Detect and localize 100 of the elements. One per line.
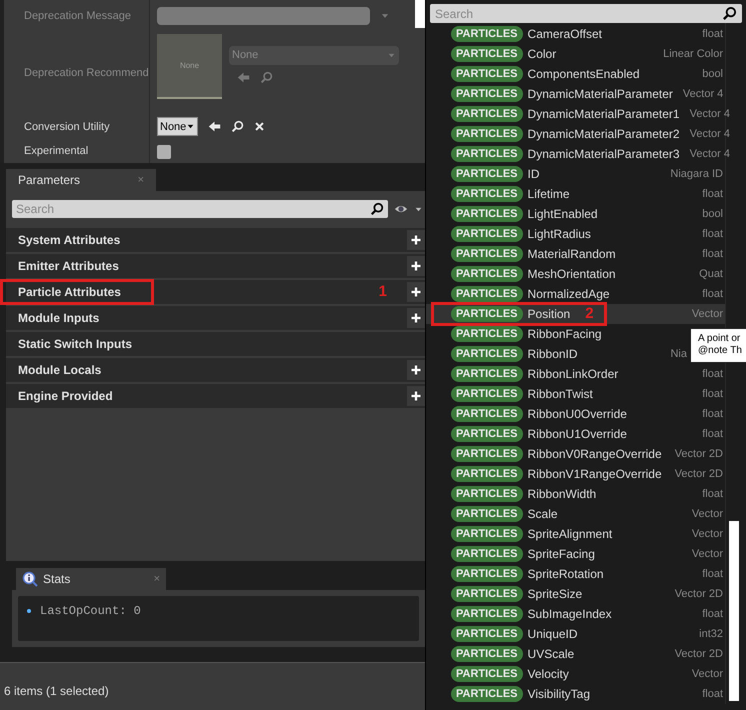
variable-name: RibbonU1Override: [528, 426, 627, 443]
variable-name: RibbonU0Override: [528, 406, 627, 423]
variable-name: RibbonV1RangeOverride: [528, 466, 662, 483]
namespace-tag: PARTICLES: [451, 106, 523, 122]
variable-type: Vector: [692, 666, 723, 682]
variable-type: float: [702, 186, 723, 202]
variable-name: MeshOrientation: [528, 266, 616, 283]
variable-type: float: [702, 26, 723, 42]
variable-type: Nia: [670, 346, 687, 362]
variable-name: RibbonV0RangeOverride: [528, 446, 662, 463]
variable-type: float: [702, 686, 723, 702]
namespace-tag: PARTICLES: [451, 506, 523, 522]
variable-type: float: [702, 566, 723, 582]
namespace-tag: PARTICLES: [451, 186, 523, 202]
variable-name: CameraOffset: [528, 26, 602, 43]
namespace-tag: PARTICLES: [451, 466, 523, 482]
namespace-tag: PARTICLES: [451, 546, 523, 562]
field-label: Conversion Utility: [24, 120, 110, 135]
variable-name: DynamicMaterialParameter2: [528, 126, 680, 143]
namespace-tag: PARTICLES: [451, 406, 523, 422]
variable-type: float: [702, 486, 723, 502]
variable-type: Vector 2D: [674, 466, 723, 482]
namespace-tag: PARTICLES: [451, 46, 523, 62]
variable-name: Scale: [528, 506, 558, 523]
variable-type: Vector: [692, 506, 723, 522]
variable-type: float: [702, 606, 723, 622]
namespace-tag: PARTICLES: [451, 206, 523, 222]
namespace-tag: PARTICLES: [451, 646, 523, 662]
variable-type: Vector 4: [690, 126, 730, 142]
variable-type: bool: [702, 206, 723, 222]
variable-name: SubImageIndex: [528, 606, 612, 623]
variable-name: DynamicMaterialParameter3: [528, 146, 680, 163]
variable-name: RibbonTwist: [528, 386, 593, 403]
variable-type: float: [702, 366, 723, 382]
variable-name: SpriteSize: [528, 586, 582, 603]
namespace-tag: PARTICLES: [451, 686, 523, 702]
variable-type: Vector 4: [682, 86, 724, 102]
namespace-tag: PARTICLES: [451, 166, 523, 182]
namespace-tag: PARTICLES: [451, 246, 523, 262]
namespace-tag: PARTICLES: [451, 86, 523, 102]
variable-type: Vector 2D: [674, 646, 723, 662]
variable-name: UniqueID: [528, 626, 578, 643]
variable-type: Vector 2D: [674, 446, 723, 462]
namespace-tag: PARTICLES: [451, 386, 523, 402]
variable-name: RibbonFacing: [528, 326, 602, 343]
annotation-number: 2: [585, 304, 594, 324]
variable-type: float: [702, 286, 723, 302]
variable-name: SpriteRotation: [528, 566, 604, 583]
field-label: Experimental: [24, 144, 88, 160]
variable-type: bool: [702, 66, 723, 82]
namespace-tag: PARTICLES: [451, 226, 523, 242]
variable-name: Lifetime: [528, 186, 570, 203]
variable-name: SpriteFacing: [528, 546, 595, 563]
variable-type: Quat: [699, 266, 723, 282]
namespace-tag: PARTICLES: [451, 266, 523, 282]
namespace-tag: PARTICLES: [451, 326, 523, 342]
variable-type: Vector 2D: [674, 586, 723, 602]
namespace-tag: PARTICLES: [451, 426, 523, 442]
variable-name: RibbonID: [528, 346, 578, 363]
variable-name: RibbonWidth: [528, 486, 596, 503]
namespace-tag: PARTICLES: [451, 666, 523, 682]
namespace-tag: PARTICLES: [451, 626, 523, 642]
namespace-tag: PARTICLES: [451, 126, 523, 142]
variable-name: LightRadius: [528, 226, 591, 243]
variable-type: Vector: [692, 306, 723, 322]
variable-name: ID: [528, 166, 540, 183]
namespace-tag: PARTICLES: [451, 526, 523, 542]
variable-type: Vector: [692, 546, 723, 562]
variable-name: NormalizedAge: [528, 286, 610, 303]
namespace-tag: PARTICLES: [451, 366, 523, 382]
status-text: 6 items (1 selected): [4, 682, 109, 700]
variable-name: MaterialRandom: [528, 246, 616, 263]
tooltip-text: A point or: [698, 333, 742, 345]
variable-name: SpriteAlignment: [528, 526, 612, 543]
namespace-tag: PARTICLES: [451, 346, 523, 362]
annotation-number: 1: [378, 282, 387, 302]
variable-name: DynamicMaterialParameter: [528, 86, 673, 103]
namespace-tag: PARTICLES: [451, 606, 523, 622]
variable-type: Niagara ID: [670, 166, 723, 182]
namespace-tag: PARTICLES: [451, 306, 523, 322]
variable-type: float: [702, 226, 723, 242]
tooltip-text: @note Th: [698, 345, 743, 357]
variable-type: float: [702, 386, 723, 402]
variable-type: Vector 4: [690, 106, 730, 122]
variable-type: Linear Color: [663, 46, 723, 62]
variable-type: float: [702, 426, 723, 442]
stat-line: LastOpCount: 0: [40, 603, 141, 620]
namespace-tag: PARTICLES: [451, 446, 523, 462]
namespace-tag: PARTICLES: [451, 586, 523, 602]
variable-type: Vector 4: [690, 146, 730, 162]
namespace-tag: PARTICLES: [451, 146, 523, 162]
namespace-tag: PARTICLES: [451, 566, 523, 582]
variable-name: VisibilityTag: [528, 686, 590, 703]
variable-name: Velocity: [528, 666, 569, 683]
namespace-tag: PARTICLES: [451, 286, 523, 302]
variable-name: UVScale: [528, 646, 574, 663]
field-label: Deprecation Message: [24, 8, 132, 24]
variable-name: ComponentsEnabled: [528, 66, 640, 83]
variable-name: DynamicMaterialParameter1: [528, 106, 680, 123]
variable-name: LightEnabled: [528, 206, 598, 223]
